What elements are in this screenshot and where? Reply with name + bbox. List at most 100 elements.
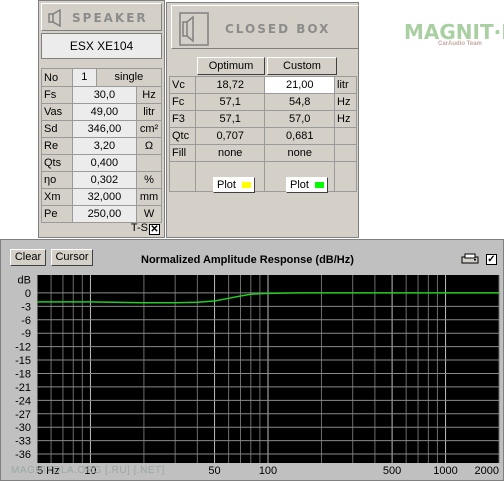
speaker-params-table: No 1 single Fs 30,0 Hz Vas 49,00 litr Sd…: [41, 68, 163, 223]
cursor-button[interactable]: Cursor: [51, 249, 93, 266]
box-param-label: Qtc: [169, 127, 196, 145]
param-unit: [136, 154, 162, 172]
y-tick-label: -9: [21, 328, 31, 340]
y-tick-label: -27: [15, 409, 31, 421]
custom-color-swatch: [315, 182, 324, 188]
param-label: Fs: [41, 86, 73, 104]
speaker-title: SPEAKER: [72, 11, 148, 25]
param-value[interactable]: 30,0: [71, 86, 138, 104]
param-label: Pe: [41, 205, 73, 223]
param-label: Xm: [41, 188, 73, 206]
box-param-label: Fill: [169, 144, 196, 162]
y-tick-label: -15: [15, 355, 31, 367]
speaker-row: Xm 32,000 mm: [41, 188, 162, 206]
y-tick-label: 0: [25, 288, 31, 300]
x-tick-label: 2000: [475, 465, 499, 477]
custom-value: none: [264, 144, 335, 162]
param-value[interactable]: 32,000: [71, 188, 138, 206]
speaker-row: ηo 0,302 %: [41, 171, 162, 189]
logo-subtitle: CarAudio Team: [438, 41, 482, 47]
speaker-row: Vas 49,00 litr: [41, 103, 162, 121]
plot-custom-label: Plot: [290, 179, 309, 191]
speaker-icon: [48, 9, 61, 27]
param-label: ηo: [41, 171, 73, 189]
optimum-button[interactable]: Optimum: [197, 57, 265, 75]
chart-title: Normalized Amplitude Response (dB/Hz): [141, 254, 354, 266]
response-checkbox[interactable]: ✓: [486, 254, 497, 265]
param-value[interactable]: 3,20: [71, 137, 138, 155]
param-value[interactable]: 0,302: [71, 171, 138, 189]
param-value[interactable]: 250,00: [71, 205, 138, 223]
box-param-unit: litr: [334, 76, 357, 94]
plot-optimum-button[interactable]: Plot: [213, 177, 255, 193]
y-tick-label: -12: [15, 342, 31, 354]
optimum-value: 57,1: [194, 110, 266, 128]
box-row: Qtc 0,707 0,681: [169, 127, 357, 145]
custom-value: 0,681: [264, 127, 335, 145]
speaker-row: Qts 0,400: [41, 154, 162, 172]
box-header: CLOSED BOX: [171, 5, 359, 49]
speaker-row: Fs 30,0 Hz: [41, 86, 162, 104]
custom-button[interactable]: Custom: [267, 57, 337, 75]
custom-value: 57,0: [264, 110, 335, 128]
y-axis-label: dB: [18, 274, 31, 286]
param-unit: W: [136, 205, 162, 223]
param-unit: mm: [136, 188, 162, 206]
clear-button[interactable]: Clear: [10, 249, 46, 266]
y-tick-label: -30: [15, 422, 31, 434]
y-tick-label: -6: [21, 315, 31, 327]
box-row: F3 57,1 57,0 Hz: [169, 110, 357, 128]
param-value[interactable]: 346,00: [71, 120, 138, 138]
box-title: CLOSED BOX: [225, 22, 331, 36]
optimum-value: 18,72: [194, 76, 266, 94]
y-tick-label: -33: [15, 436, 31, 448]
y-tick-label: -36: [15, 449, 31, 461]
custom-value: 54,8: [264, 93, 335, 111]
box-row-empty: [169, 161, 357, 192]
watermark: MAGNITOLA.ORG [.RU] [.NET]: [11, 465, 165, 476]
x-tick-label: 100: [259, 465, 277, 477]
ts-toggle: T-S: [41, 222, 162, 237]
speaker-row: Sd 346,00 cm²: [41, 120, 162, 138]
box-row: Vc 18,72 21,00 litr: [169, 76, 357, 94]
box-param-unit: [334, 127, 357, 145]
custom-value-input[interactable]: 21,00: [264, 76, 335, 94]
box-param-label: F3: [169, 110, 196, 128]
response-panel: Clear Cursor Normalized Amplitude Respon…: [0, 239, 504, 481]
y-tick-label: -24: [15, 395, 31, 407]
param-value[interactable]: 49,00: [71, 103, 138, 121]
no-label: No: [41, 68, 73, 87]
speaker-panel: SPEAKER ESX XE104 No 1 single Fs 30,0 Hz…: [38, 0, 165, 238]
amplitude-chart: 0-3-6-9-12-15-18-21-24-27-30-33-36dB5 Hz…: [15, 274, 500, 477]
param-value[interactable]: 0,400: [71, 154, 138, 172]
plot-custom-button[interactable]: Plot: [286, 177, 328, 193]
box-param-unit: Hz: [334, 93, 357, 111]
no-mode[interactable]: single: [97, 69, 161, 86]
box-icon: [179, 12, 209, 46]
speaker-no-row: No 1 single: [41, 68, 163, 87]
ts-label: T-S: [130, 222, 148, 234]
x-tick-label: 1000: [433, 465, 457, 477]
param-label: Qts: [41, 154, 73, 172]
box-param-unit: [334, 144, 357, 162]
param-unit: litr: [136, 103, 162, 121]
printer-icon[interactable]: [461, 253, 479, 264]
speaker-model[interactable]: ESX XE104: [41, 33, 162, 59]
optimum-value: 0,707: [194, 127, 266, 145]
speaker-header: SPEAKER: [41, 3, 162, 31]
speaker-row: Pe 250,00 W: [41, 205, 162, 223]
x-tick-label: 500: [383, 465, 401, 477]
box-params-table: Vc 18,72 21,00 litr Fc 57,1 54,8 Hz F3 5…: [169, 76, 357, 192]
box-param-label: Fc: [169, 93, 196, 111]
no-value[interactable]: 1: [72, 69, 97, 86]
optimum-value: 57,1: [194, 93, 266, 111]
y-tick-label: -3: [21, 301, 31, 313]
box-row: Fc 57,1 54,8 Hz: [169, 93, 357, 111]
param-unit: Ω: [136, 137, 162, 155]
ts-checkbox[interactable]: ✕: [149, 224, 160, 235]
param-unit: %: [136, 171, 162, 189]
param-unit: cm²: [136, 120, 162, 138]
param-unit: Hz: [136, 86, 162, 104]
box-param-label: Vc: [169, 76, 196, 94]
box-param-unit: Hz: [334, 110, 357, 128]
